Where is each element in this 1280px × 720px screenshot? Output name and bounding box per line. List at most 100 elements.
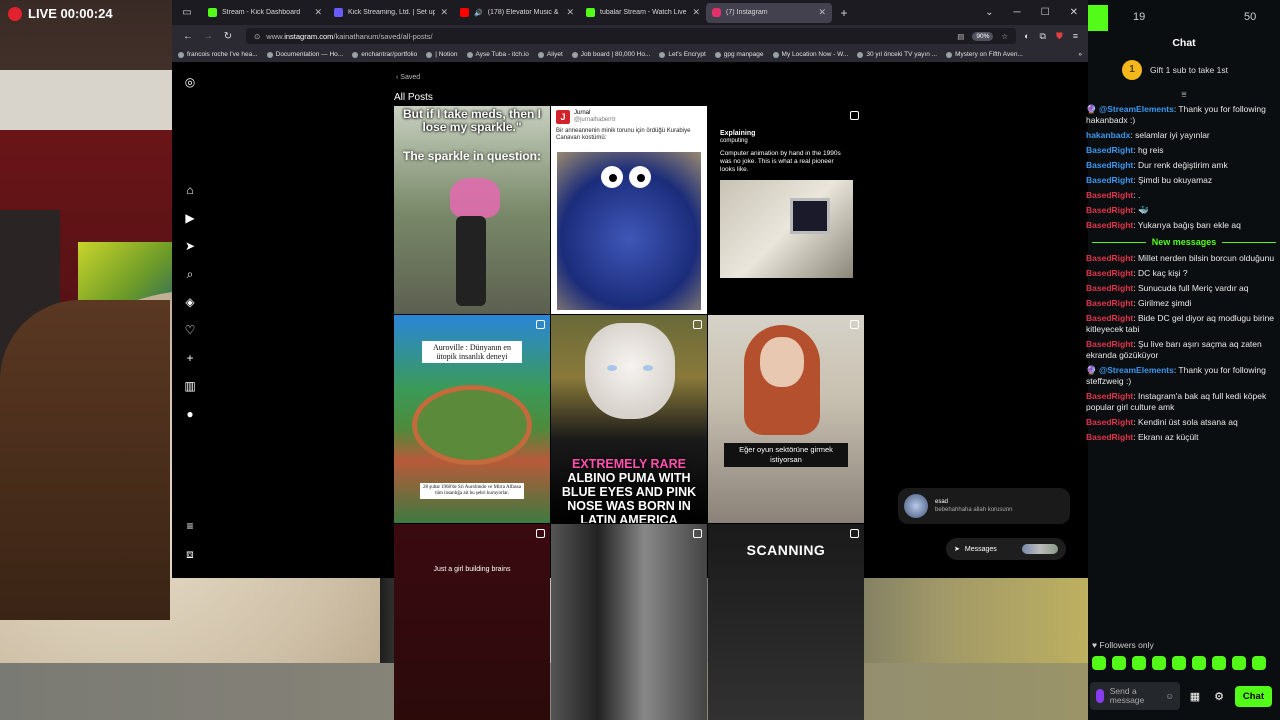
emote-icon[interactable] [1252,656,1266,670]
close-icon[interactable]: ✕ [566,7,574,18]
close-icon[interactable]: ✕ [440,7,448,18]
dashboard-icon[interactable]: ▥ [182,378,198,394]
post-tile[interactable]: But if I take meds, then Ilose my sparkl… [394,106,550,314]
bookmark-item[interactable]: Let's Encrypt [659,51,706,58]
post-tile[interactable]: EXTREMELY RARE ALBINO PUMA WITH BLUE EYE… [551,315,707,523]
tab-tubalar-stream[interactable]: tubalar Stream - Watch Live on ✕ [580,0,706,25]
emote-icon[interactable] [1132,656,1146,670]
chat-username[interactable]: BasedRight [1086,145,1133,155]
reader-view-icon[interactable]: ▤ [957,32,964,41]
bookmark-item[interactable]: | Notion [426,51,458,58]
threads-icon[interactable]: ⧈ [182,546,198,562]
settings-gear-icon[interactable]: ⚙ [1210,690,1228,703]
emote-icon[interactable] [1192,656,1206,670]
bookmark-item[interactable]: enchantrar/portfolio [352,51,417,58]
sync-icon[interactable]: ◐ [1024,31,1029,42]
post-tile[interactable]: Auroville : Dünyanın en ütopik insanlık … [394,315,550,523]
emoji-icon[interactable]: ☺ [1165,691,1174,701]
chat-username[interactable]: BasedRight [1086,205,1133,215]
reels-icon[interactable]: ▶ [182,210,198,226]
ublock-icon[interactable]: ⛊ [1056,31,1063,42]
bookmark-item[interactable]: Documentation — Ho... [266,51,343,58]
chat-username[interactable]: BasedRight [1086,160,1133,170]
chat-username[interactable]: BasedRight [1086,190,1133,200]
tab-list-icon[interactable]: ▭ [172,7,202,18]
speaker-icon[interactable]: 🔊 [474,9,483,17]
bookmark-item[interactable]: francois roche I've hea... [178,51,258,58]
heart-icon[interactable]: ♡ [182,322,198,338]
tab-youtube[interactable]: 🔊 (178) Elevator Music & Ele ✕ [454,0,580,25]
send-chat-button[interactable]: Chat [1234,685,1272,707]
bookmark-item[interactable]: Mystery on Fifth Aven... [946,51,1023,58]
message-notification[interactable]: esad bebehahhaha allah korusunn [898,488,1070,524]
gift-sub-banner[interactable]: 1 Gift 1 sub to take 1st [1088,54,1280,86]
chat-username[interactable]: BasedRight [1086,298,1133,308]
forward-icon[interactable]: → [198,31,218,42]
chat-username[interactable]: BasedRight [1086,175,1133,185]
reload-icon[interactable]: ↻ [218,31,238,42]
chat-username[interactable]: @StreamElements [1099,365,1174,375]
post-tile[interactable]: Explaining computing Computer animation b… [708,106,864,314]
minimize-icon[interactable]: ─ [1014,7,1021,18]
new-tab-icon[interactable]: + [832,6,856,20]
instagram-logo-icon[interactable]: ◎ [182,74,198,90]
zoom-badge[interactable]: 90% [972,31,994,41]
emote-icon[interactable] [1232,656,1246,670]
close-icon[interactable]: ✕ [692,7,700,18]
chat-username[interactable]: BasedRight [1086,253,1133,263]
home-icon[interactable]: ⌂ [182,182,198,198]
post-tile[interactable]: SCANNING [708,524,864,720]
chat-username[interactable]: @StreamElements [1099,104,1174,114]
chat-username[interactable]: BasedRight [1086,313,1133,323]
gift-icon[interactable]: ▦ [1186,690,1204,703]
emote-icon[interactable] [1152,656,1166,670]
collapse-icon[interactable]: ⩸ [1088,86,1280,102]
chat-username[interactable]: BasedRight [1086,432,1133,442]
tab-dropdown-icon[interactable]: ⌄ [985,7,993,18]
bookmarks-overflow-icon[interactable]: » [1078,51,1082,58]
chat-username[interactable]: BasedRight [1086,339,1133,349]
tab-instagram[interactable]: (7) Instagram ✕ [706,2,832,23]
more-menu-icon[interactable]: ≡ [182,518,198,534]
chat-username[interactable]: BasedRight [1086,220,1133,230]
close-window-icon[interactable]: ✕ [1070,7,1078,18]
post-tile[interactable] [551,524,707,720]
url-bar[interactable]: ⊙ www. instagram.com/kainathanum/saved/al… [246,28,1017,44]
emote-icon[interactable] [1212,656,1226,670]
emote-icon[interactable] [1092,656,1106,670]
post-tile[interactable]: Eğer oyun sektörüne girmek istiyorsan [708,315,864,523]
create-icon[interactable]: + [182,350,198,366]
bookmark-item[interactable]: Job board | 80,000 Ho... [571,51,650,58]
tab-kick-dashboard[interactable]: Stream - Kick Dashboard ✕ [202,0,328,25]
emote-icon[interactable] [1172,656,1186,670]
saved-back-link[interactable]: ‹ Saved [396,74,420,81]
extensions-icon[interactable]: ⧉ [1040,31,1046,42]
menu-icon[interactable]: ≡ [1073,31,1078,42]
bookmark-item[interactable]: Aliyet [537,51,563,58]
bookmark-star-icon[interactable]: ☆ [1001,32,1008,41]
maximize-icon[interactable]: ☐ [1041,7,1050,18]
tab-kick-streaming[interactable]: Kick Streaming, Ltd. | Set up pa ✕ [328,0,454,25]
chat-username[interactable]: hakanbadx [1086,130,1130,140]
bookmark-item[interactable]: gpg manpage [714,51,764,58]
chat-username[interactable]: BasedRight [1086,283,1133,293]
close-icon[interactable]: ✕ [314,7,322,18]
direct-icon[interactable]: ➤ [182,238,198,254]
explore-icon[interactable]: ◈ [182,294,198,310]
bookmark-item[interactable]: Ayse Tuba - itch.io [466,51,529,58]
bookmark-item[interactable]: My Location Now - W... [772,51,848,58]
emote-icon[interactable] [1112,656,1126,670]
post-tile[interactable]: Just a girl building brains [394,524,550,720]
post-tile[interactable]: J Jurnal @jurnalhaberrtr Bir anneannenin … [551,106,707,314]
chat-input[interactable]: Send a message ☺ [1090,682,1180,710]
chat-username[interactable]: BasedRight [1086,268,1133,278]
chat-username[interactable]: BasedRight [1086,417,1133,427]
search-icon[interactable]: ⌕ [182,266,198,282]
messages-button[interactable]: ➤ Messages [946,538,1066,560]
close-icon[interactable]: ✕ [818,7,826,18]
chat-username[interactable]: BasedRight [1086,391,1133,401]
tab-title: (7) Instagram [726,9,768,16]
back-icon[interactable]: ← [178,31,198,42]
bookmark-item[interactable]: 30 yıl önceki TV yayın ... [857,51,937,58]
profile-avatar-icon[interactable]: ● [182,406,198,422]
